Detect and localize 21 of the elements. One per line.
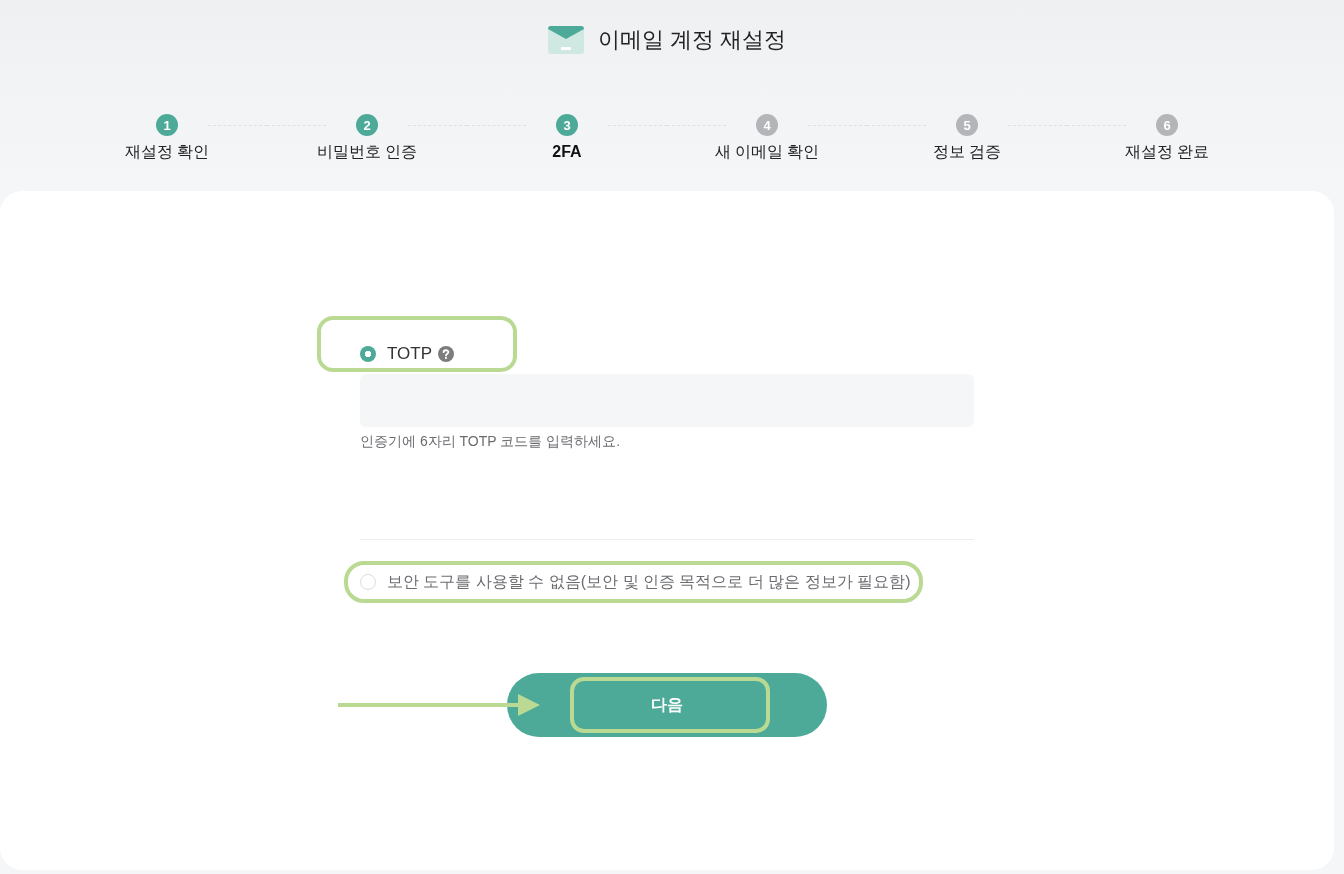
step-label: 재설정 확인 [124,142,210,162]
step-number: 6 [1156,114,1178,136]
hint-text: 인증기에 6자리 TOTP 코드를 입력하세요. [360,432,622,451]
option-label[interactable]: TOTP [387,344,433,364]
page-title: 이메일 계정 재설정 [597,26,787,54]
step-label: 2FA [552,142,582,162]
radio-button[interactable] [360,346,376,362]
radio-button[interactable] [360,574,376,590]
step-label: 새 이메일 확인 [714,142,820,162]
step-number: 3 [556,114,578,136]
step-label: 재설정 완료 [1124,142,1210,162]
option-label[interactable]: 보안 도구를 사용할 수 없음(보안 및 인증 목적으로 더 많은 정보가 필요함) [387,571,911,593]
step-number: 5 [956,114,978,136]
envelope-icon [547,26,584,54]
help-icon[interactable] [438,346,455,362]
step-number: 4 [756,114,778,136]
step-number: 2 [356,114,378,136]
step-number: 1 [156,114,178,136]
step-label: 정보 검증 [932,142,1002,162]
next-button[interactable]: 다음 [507,673,827,737]
step-label: 비밀번호 인증 [316,142,418,162]
